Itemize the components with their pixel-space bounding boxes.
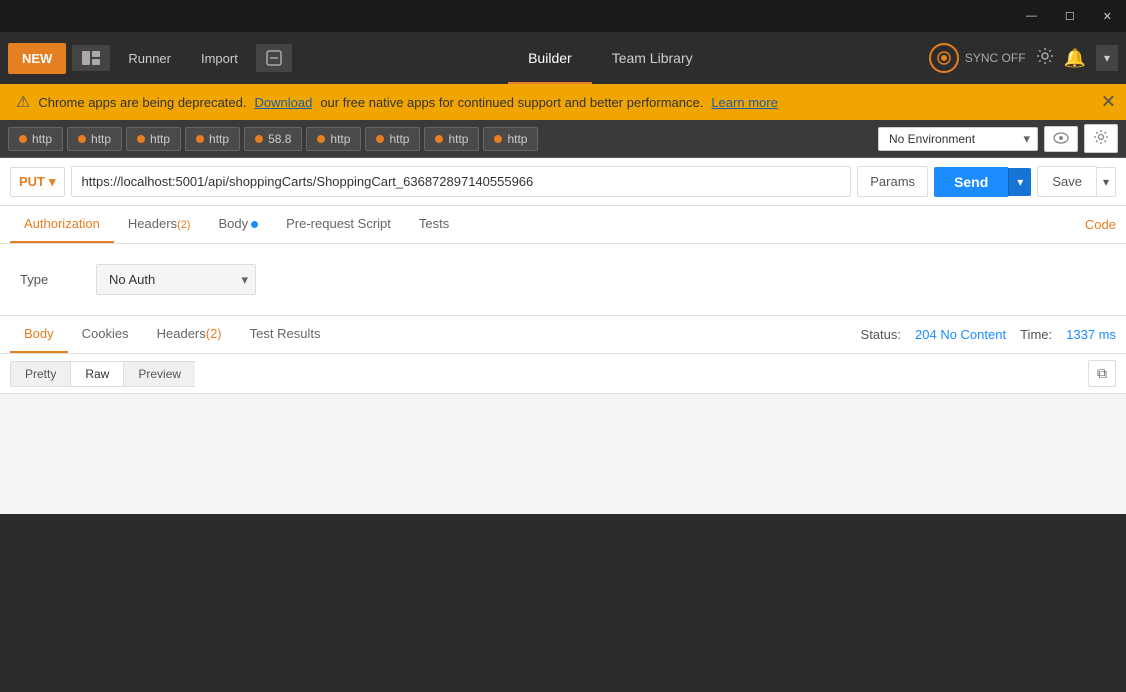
method-dropdown-icon: ▾ [49,174,56,190]
tab-headers[interactable]: Headers(2) [114,206,205,243]
params-button[interactable]: Params [857,166,928,197]
download-link[interactable]: Download [254,95,312,110]
request-tab-6[interactable]: http [365,127,420,151]
resp-tab-body[interactable]: Body [10,316,68,353]
tab-authorization[interactable]: Authorization [10,206,114,243]
layout-icon-button[interactable] [72,45,110,71]
eye-button[interactable] [1044,126,1078,152]
response-body [0,394,1126,514]
auth-type-select[interactable]: No Auth Bearer Token Basic Auth API Key … [96,264,256,295]
status-area: Status: 204 No Content Time: 1337 ms [861,327,1116,342]
method-select-wrap: PUT ▾ [10,167,65,197]
tab-team-library[interactable]: Team Library [592,32,713,84]
request-tab-2[interactable]: http [126,127,181,151]
resp-tab-headers[interactable]: Headers(2) [143,316,236,353]
save-button-wrap: Save ▾ [1037,166,1116,197]
request-tab-1[interactable]: http [67,127,122,151]
close-button[interactable]: ✕ [1097,8,1118,25]
send-dropdown-button[interactable]: ▾ [1008,168,1031,196]
environment-select[interactable]: No Environment [878,127,1038,151]
type-row: Type No Auth Bearer Token Basic Auth API… [20,264,1106,295]
new-button[interactable]: NEW [8,43,66,74]
body-view-raw[interactable]: Raw [70,361,123,387]
response-tabs: Body Cookies Headers(2) Test Results Sta… [0,316,1126,354]
environment-area: No Environment [878,124,1118,153]
bell-button[interactable]: 🔔 [1064,48,1086,69]
send-button-wrap: Send ▾ [934,167,1031,197]
sync-area: SYNC OFF [929,43,1026,73]
sync-icon [929,43,959,73]
minimize-button[interactable]: — [1020,8,1043,24]
request-tab-5[interactable]: http [306,127,361,151]
send-button[interactable]: Send [934,167,1008,197]
main-toolbar: NEW Runner Import Builder Team Library S… [0,32,1126,84]
request-tab-7[interactable]: http [424,127,479,151]
sync-label: SYNC OFF [965,51,1026,65]
deprecation-banner: ⚠ Chrome apps are being deprecated. Down… [0,84,1126,120]
request-tab-bar: http http http http 58.8 http http http … [0,120,1126,158]
response-section: Body Cookies Headers(2) Test Results Sta… [0,315,1126,514]
settings-button[interactable] [1036,47,1054,70]
time-label: Time: [1020,327,1052,342]
warning-icon: ⚠ [16,92,30,112]
toolbar-right: SYNC OFF 🔔 ▾ [929,43,1118,73]
save-button[interactable]: Save [1037,166,1097,197]
title-bar: — ☐ ✕ [0,0,1126,32]
request-tab-3[interactable]: http [185,127,240,151]
request-tab-0[interactable]: http [8,127,63,151]
new-tab-button[interactable] [256,44,292,72]
request-tab-8[interactable]: http [483,127,538,151]
environment-select-wrap: No Environment [878,127,1038,151]
resp-tab-cookies[interactable]: Cookies [68,316,143,353]
banner-rest: our free native apps for continued suppo… [320,95,703,110]
request-section-tabs: Authorization Headers(2) Body Pre-reques… [0,206,1126,244]
nav-tabs: Builder Team Library [298,32,923,84]
body-view-tabs: Pretty Raw Preview ⧉ [0,354,1126,394]
runner-button[interactable]: Runner [116,45,183,72]
type-label: Type [20,272,80,287]
status-label: Status: [861,327,901,342]
copy-button[interactable]: ⧉ [1088,360,1116,387]
tab-tests[interactable]: Tests [405,206,463,243]
banner-close-button[interactable]: ✕ [1101,92,1116,113]
method-label: PUT [19,174,45,189]
type-select-wrap: No Auth Bearer Token Basic Auth API Key … [96,264,256,295]
save-dropdown-button[interactable]: ▾ [1097,167,1116,197]
menu-dropdown-button[interactable]: ▾ [1096,45,1118,71]
maximize-button[interactable]: ☐ [1059,8,1081,25]
code-link[interactable]: Code [1085,217,1116,232]
method-button[interactable]: PUT ▾ [10,167,65,197]
auth-section: Type No Auth Bearer Token Basic Auth API… [0,244,1126,315]
import-button[interactable]: Import [189,45,250,72]
tab-body[interactable]: Body [204,206,272,243]
tab-pre-request[interactable]: Pre-request Script [272,206,405,243]
banner-text: Chrome apps are being deprecated. [38,95,246,110]
tab-builder[interactable]: Builder [508,32,592,84]
body-view-pretty[interactable]: Pretty [10,361,70,387]
url-input[interactable] [71,166,852,197]
resp-tab-test-results[interactable]: Test Results [236,316,335,353]
request-tab-4[interactable]: 58.8 [244,127,302,151]
request-bar: PUT ▾ Params Send ▾ Save ▾ [0,158,1126,206]
time-value: 1337 ms [1066,327,1116,342]
learn-more-link[interactable]: Learn more [711,95,777,110]
body-view-preview[interactable]: Preview [123,361,195,387]
gear-button[interactable] [1084,124,1118,153]
status-value: 204 No Content [915,327,1006,342]
